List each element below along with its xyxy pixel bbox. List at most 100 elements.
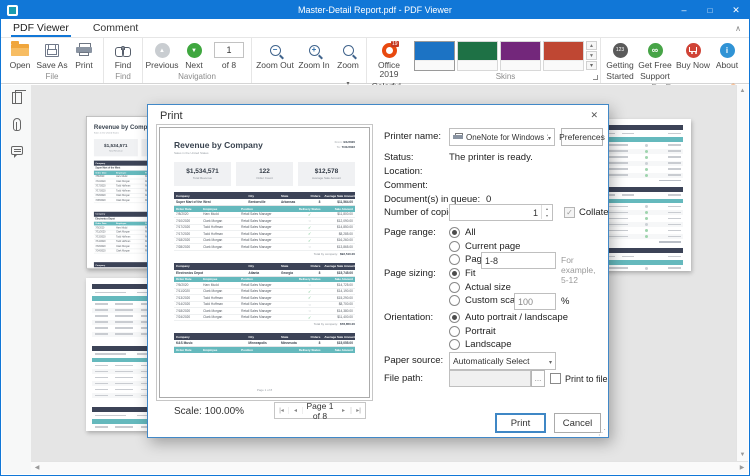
skin-swatch-red[interactable]	[543, 41, 584, 71]
page-thumbnails-icon	[12, 92, 22, 104]
scroll-left-icon[interactable]	[31, 462, 43, 474]
table-header-row: CompanyCityStateOrdersAverage Sale Amoun…	[174, 333, 355, 340]
scroll-right-icon[interactable]	[736, 462, 748, 474]
employee-cell: Todd Hoffman	[115, 189, 144, 192]
file-path-input[interactable]	[449, 370, 531, 387]
print-confirm-button[interactable]: Print	[495, 413, 546, 433]
previous-page-button[interactable]	[289, 407, 303, 414]
sale-amount-cell: $12,090.00	[328, 219, 355, 223]
order-date-cell: 7/14/2020	[94, 240, 115, 243]
delivery-status-cell: ○	[292, 302, 328, 307]
last-page-button[interactable]	[351, 407, 365, 414]
chevron-down-icon	[549, 356, 552, 366]
column-header: Company	[94, 212, 149, 215]
company-cell: Super Mart of the West	[94, 166, 149, 169]
company-cell: Minneapolis	[246, 341, 279, 345]
range-current-radio[interactable]: Current page	[449, 241, 520, 252]
ribbon-group-skins: Skins	[411, 38, 601, 83]
skin-swatch-blue[interactable]	[414, 41, 455, 71]
location-label: Location:	[384, 166, 423, 177]
pages-input[interactable]	[481, 252, 556, 269]
skin-swatch-purple[interactable]	[500, 41, 541, 71]
skin-dropdown-button[interactable]: 19 Office 2019 Colorful	[370, 39, 408, 91]
comments-panel-button[interactable]	[2, 137, 31, 163]
get-free-support-button[interactable]: Get Free Support	[636, 39, 674, 82]
previous-button[interactable]: Previous	[146, 39, 178, 70]
radio-icon	[449, 339, 460, 350]
pending-icon: ○	[309, 218, 311, 223]
orient-auto-radio[interactable]: Auto portrait / landscape	[449, 312, 568, 323]
column-header: Company	[174, 194, 246, 198]
dialog-launcher-icon[interactable]	[593, 75, 598, 80]
orient-portrait-radio[interactable]: Portrait	[449, 326, 496, 337]
employee-cell: Todd Hoffman	[201, 232, 239, 236]
column-header: Orders	[306, 264, 322, 268]
total-label: Total by company:	[314, 252, 338, 256]
printer-select[interactable]: OneNote for Windows 10	[449, 128, 555, 146]
resize-grip-icon[interactable]	[598, 428, 606, 437]
position-cell: Retail Sales Manager	[239, 302, 291, 306]
open-button[interactable]: Open	[4, 39, 36, 70]
delivery-status-cell: ✓	[292, 289, 328, 294]
gallery-up-button[interactable]	[586, 41, 597, 50]
collapse-ribbon-button[interactable]	[735, 24, 741, 33]
save-icon	[45, 44, 59, 57]
employee-cell: Todd Hoffman	[115, 240, 144, 243]
zoom-out-button[interactable]: Zoom Out	[255, 39, 295, 70]
tab-comment[interactable]: Comment	[81, 19, 151, 37]
zoom-in-button[interactable]: Zoom In	[295, 39, 333, 70]
page-number-input[interactable]	[214, 42, 244, 58]
order-date-cell: 7/17/2020	[174, 225, 201, 229]
skin-swatch-green[interactable]	[457, 41, 498, 71]
horizontal-scrollbar[interactable]	[31, 461, 748, 474]
vertical-scrollbar[interactable]	[736, 85, 748, 461]
cancel-button[interactable]: Cancel	[554, 413, 601, 433]
report-title: Revenue by Company	[174, 140, 263, 150]
paper-source-select[interactable]: Automatically Select	[449, 352, 556, 370]
copies-spinner[interactable]: ▴▾	[541, 205, 552, 219]
getting-started-button[interactable]: 123 Getting Started	[604, 39, 636, 82]
browse-button[interactable]: ...	[531, 370, 545, 387]
sizing-fit-radio[interactable]: Fit	[449, 268, 476, 279]
attachments-panel-button[interactable]	[2, 111, 31, 137]
save-as-button[interactable]: Save As	[36, 39, 68, 70]
gallery-down-button[interactable]	[586, 51, 597, 60]
find-button[interactable]: Find	[107, 39, 139, 70]
card-value: $1,534,571	[186, 168, 219, 175]
print-to-file-checkbox[interactable]: Print to file	[550, 373, 608, 384]
comment-bubble-icon	[11, 146, 23, 155]
collate-checkbox[interactable]: Collate	[564, 207, 609, 218]
orient-landscape-radio[interactable]: Landscape	[449, 339, 511, 350]
custom-scale-input[interactable]	[514, 293, 556, 310]
zoom-dropdown-button[interactable]: Zoom	[333, 39, 363, 90]
thumbnails-panel-button[interactable]	[2, 85, 31, 111]
order-date-cell: 7/17/2020	[174, 232, 201, 236]
gallery-expand-button[interactable]	[586, 61, 597, 70]
orientation-label: Orientation:	[384, 312, 433, 323]
preferences-button[interactable]: Preferences	[561, 128, 603, 146]
first-page-button[interactable]	[275, 407, 289, 414]
scroll-down-icon[interactable]	[737, 449, 748, 461]
card-label: Order Count	[256, 176, 273, 180]
next-page-button[interactable]	[337, 407, 351, 414]
scroll-up-icon[interactable]	[737, 85, 748, 97]
group-caption-navigation: Navigation	[146, 71, 248, 83]
delivery-status-cell: ✓	[292, 295, 328, 300]
next-button[interactable]: Next	[178, 39, 210, 70]
detail-column-header: Employee	[115, 171, 144, 174]
range-all-radio[interactable]: All	[449, 227, 476, 238]
company-cell: Super Mart of the West	[174, 200, 246, 204]
summary-card: $1,534,571Total Revenue	[174, 162, 231, 186]
report-title-wrap: Revenue by CompanySales in the United St…	[174, 140, 263, 155]
buy-now-button[interactable]: Buy Now	[674, 39, 712, 70]
order-date-cell: 7/5/2020	[94, 226, 115, 229]
copies-input[interactable]	[449, 204, 553, 221]
about-button[interactable]: i About	[712, 39, 742, 70]
tab-pdf-viewer[interactable]: PDF Viewer	[1, 19, 81, 37]
column-header: Company	[94, 162, 149, 165]
position-cell: Retail Sales Manager	[239, 315, 291, 319]
sizing-actual-radio[interactable]: Actual size	[449, 282, 511, 293]
delivery-status-cell: ✓	[292, 238, 328, 243]
printer-name-label: Printer name:	[384, 131, 441, 142]
print-button[interactable]: Print	[68, 39, 100, 70]
